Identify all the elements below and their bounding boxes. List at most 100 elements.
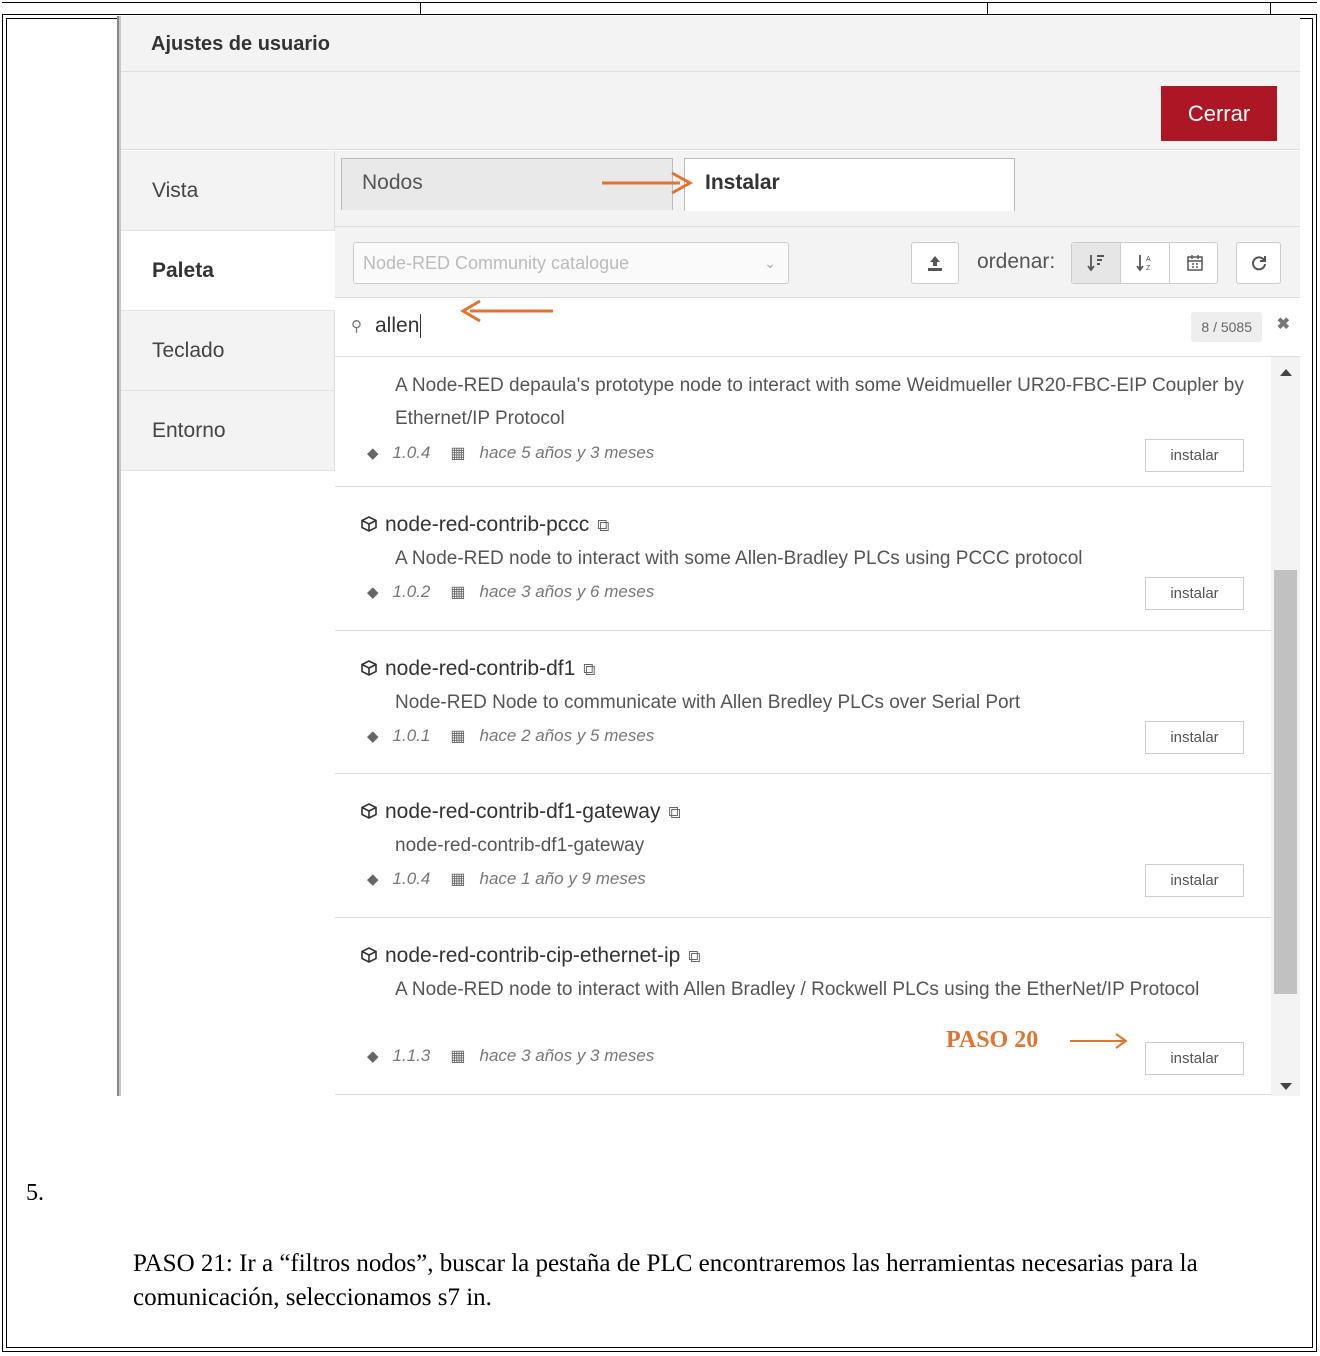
refresh-icon bbox=[1251, 256, 1266, 271]
settings-sidebar: Vista Paleta Teclado Entorno bbox=[121, 151, 336, 1096]
tag-icon: ◆ bbox=[367, 728, 379, 745]
package-version: 1.0.1 bbox=[392, 726, 431, 745]
package-name-row: node-red-contrib-df1-gateway ⧉ bbox=[361, 800, 681, 824]
sort-alpha-button[interactable] bbox=[1072, 243, 1121, 283]
package-updated: hace 2 años y 5 meses bbox=[479, 726, 655, 745]
list-item: node-red-contrib-cip-ethernet-ip ⧉ A Node… bbox=[335, 918, 1271, 1095]
external-link-icon[interactable]: ⧉ bbox=[583, 660, 595, 679]
package-description: node-red-contrib-df1-gateway bbox=[395, 835, 645, 856]
catalog-select-value: Node-RED Community catalogue bbox=[363, 253, 630, 273]
catalog-toolbar: Node-RED Community catalogue ⌄ ordenar: bbox=[335, 227, 1300, 297]
package-meta: ◆ 1.0.4 ▦ hace 1 año y 9 meses bbox=[367, 869, 646, 889]
sidebar-item-vista[interactable]: Vista bbox=[121, 151, 335, 231]
package-version: 1.0.4 bbox=[392, 443, 431, 462]
tag-icon: ◆ bbox=[367, 871, 379, 888]
cube-icon bbox=[361, 660, 377, 676]
annotation-arrow-right-icon bbox=[602, 171, 694, 195]
package-name[interactable]: node-red-contrib-df1-gateway bbox=[385, 800, 660, 823]
package-description: A Node-RED node to interact with some Al… bbox=[395, 548, 1083, 569]
scrollbar-thumb[interactable] bbox=[1274, 570, 1297, 994]
package-version: 1.1.3 bbox=[392, 1046, 431, 1065]
upload-icon bbox=[928, 256, 942, 271]
package-updated: hace 3 años y 6 meses bbox=[479, 582, 655, 601]
search-result-count: 8 / 5085 bbox=[1191, 312, 1262, 342]
list-scrollbar[interactable] bbox=[1271, 357, 1300, 1096]
table-column-divider bbox=[1270, 2, 1271, 14]
sort-button-group: A Z bbox=[1071, 242, 1218, 284]
search-icon: ⚲ bbox=[351, 318, 362, 335]
palette-panel: Nodos Instalar Node-RED Community catalo… bbox=[335, 151, 1300, 1096]
clear-search-icon[interactable]: ✖ bbox=[1277, 314, 1290, 334]
package-meta: ◆ 1.1.3 ▦ hace 3 años y 3 meses bbox=[367, 1046, 654, 1066]
list-item: node-red-contrib-df1-gateway ⧉ node-red-c… bbox=[335, 774, 1271, 918]
svg-text:Z: Z bbox=[1146, 265, 1151, 272]
close-button[interactable]: Cerrar bbox=[1161, 86, 1277, 141]
install-button[interactable]: instalar bbox=[1145, 864, 1244, 897]
search-input[interactable]: allen bbox=[375, 314, 422, 339]
package-updated: hace 3 años y 3 meses bbox=[479, 1046, 655, 1065]
package-name[interactable]: node-red-contrib-pccc bbox=[385, 513, 589, 536]
step-instructions: PASO 21: Ir a “filtros nodos”, buscar la… bbox=[133, 1250, 1198, 1311]
package-version: 1.0.2 bbox=[392, 582, 431, 601]
sort-label: ordenar: bbox=[977, 250, 1056, 273]
package-meta: ◆ 1.0.1 ▦ hace 2 años y 5 meses bbox=[367, 726, 654, 746]
sidebar-item-teclado[interactable]: Teclado bbox=[121, 311, 335, 391]
external-link-icon[interactable]: ⧉ bbox=[688, 947, 700, 966]
dialog-header: Ajustes de usuario bbox=[121, 16, 1300, 72]
calendar-icon: ▦ bbox=[450, 1048, 466, 1065]
palette-tabs: Nodos Instalar bbox=[335, 151, 1300, 227]
package-description: Node-RED Node to communicate with Allen … bbox=[395, 692, 1021, 713]
package-name-row: node-red-contrib-pccc ⧉ bbox=[361, 513, 609, 537]
package-description: A Node-RED node to interact with Allen B… bbox=[395, 979, 1200, 1000]
list-item: node-red-contrib-pccc ⧉ A Node-RED node t… bbox=[335, 487, 1271, 631]
calendar-icon: ▦ bbox=[450, 728, 466, 745]
sidebar-item-paleta[interactable]: Paleta bbox=[121, 231, 336, 311]
cube-icon bbox=[361, 947, 377, 963]
scroll-down-icon[interactable] bbox=[1280, 1083, 1292, 1090]
table-top-rule bbox=[2, 2, 1317, 14]
chevron-down-icon: ⌄ bbox=[764, 255, 776, 271]
list-item: node-red-contrib-df1 ⧉ Node-RED Node to c… bbox=[335, 631, 1271, 774]
annotation-arrow-left-icon bbox=[460, 299, 553, 323]
sort-az-button[interactable]: A Z bbox=[1121, 243, 1170, 283]
install-button[interactable]: instalar bbox=[1145, 1042, 1244, 1075]
step20-arrow-icon bbox=[1070, 1033, 1128, 1049]
scroll-up-icon[interactable] bbox=[1280, 369, 1292, 376]
dialog-title: Ajustes de usuario bbox=[151, 33, 330, 55]
table-column-divider bbox=[420, 2, 421, 14]
package-meta: ◆ 1.0.4 ▦ hace 5 años y 3 meses bbox=[367, 443, 654, 463]
catalog-select[interactable]: Node-RED Community catalogue ⌄ bbox=[353, 242, 789, 284]
step-number: 5. bbox=[26, 1180, 44, 1206]
refresh-button[interactable] bbox=[1236, 242, 1281, 284]
package-name-row: node-red-contrib-df1 ⧉ bbox=[361, 657, 595, 681]
dialog-toolbar: Cerrar bbox=[121, 72, 1300, 150]
package-meta: ◆ 1.0.2 ▦ hace 3 años y 6 meses bbox=[367, 582, 654, 602]
package-list: A Node-RED depaula's prototype node to i… bbox=[335, 357, 1271, 1096]
upload-button[interactable] bbox=[911, 242, 959, 284]
sort-date-button[interactable] bbox=[1170, 243, 1219, 283]
text-caret bbox=[420, 314, 422, 339]
package-name[interactable]: node-red-contrib-cip-ethernet-ip bbox=[385, 944, 680, 967]
install-button[interactable]: instalar bbox=[1145, 439, 1244, 472]
install-button[interactable]: instalar bbox=[1145, 721, 1244, 754]
tag-icon: ◆ bbox=[367, 1048, 379, 1065]
package-name[interactable]: node-red-contrib-df1 bbox=[385, 657, 575, 680]
svg-text:A: A bbox=[1146, 256, 1151, 263]
sort-alpha-icon bbox=[1087, 255, 1104, 272]
list-item: A Node-RED depaula's prototype node to i… bbox=[335, 357, 1271, 487]
cube-icon bbox=[361, 803, 377, 819]
install-button[interactable]: instalar bbox=[1145, 577, 1244, 610]
sidebar-item-entorno[interactable]: Entorno bbox=[121, 391, 335, 471]
calendar-icon: ▦ bbox=[450, 584, 466, 601]
package-updated: hace 1 año y 9 meses bbox=[479, 869, 646, 888]
table-column-divider bbox=[987, 2, 988, 14]
package-updated: hace 5 años y 3 meses bbox=[479, 443, 655, 462]
calendar-icon bbox=[1186, 255, 1203, 271]
sidebar-empty-area bbox=[121, 471, 335, 1096]
external-link-icon[interactable]: ⧉ bbox=[668, 803, 680, 822]
package-version: 1.0.4 bbox=[392, 869, 431, 888]
external-link-icon[interactable]: ⧉ bbox=[597, 516, 609, 535]
step20-annotation: PASO 20 bbox=[946, 1027, 1039, 1053]
settings-dialog-screenshot: Ajustes de usuario Cerrar Vista Paleta T… bbox=[117, 16, 1300, 1096]
tab-instalar[interactable]: Instalar bbox=[684, 158, 1015, 211]
